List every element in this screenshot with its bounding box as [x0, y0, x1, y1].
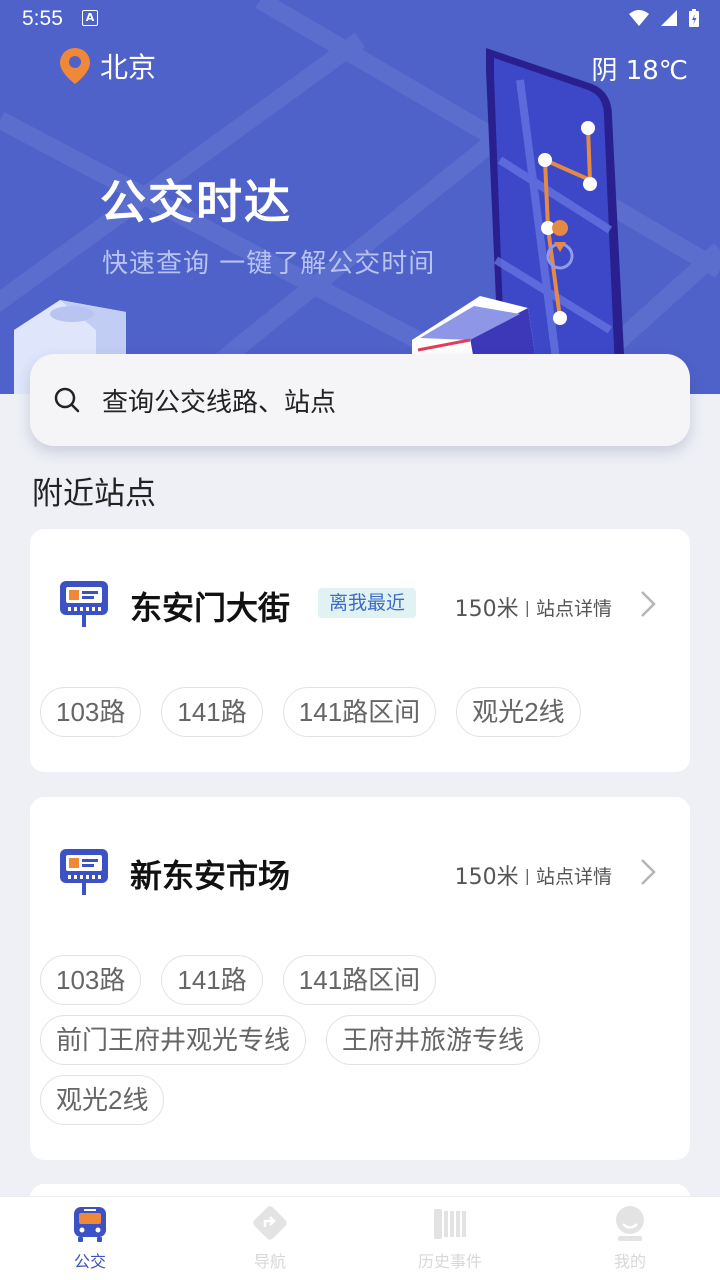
station-distance: 150米 [454, 597, 519, 622]
route-list: 103路 141路 141路区间 观光2线 [40, 687, 670, 737]
navigation-icon [253, 1206, 287, 1240]
tab-profile[interactable]: 我的 [540, 1197, 720, 1280]
bus-stop-icon [60, 849, 108, 895]
route-chip[interactable]: 141路区间 [282, 955, 437, 1005]
tab-bus[interactable]: 公交 [0, 1197, 180, 1280]
route-chip[interactable]: 观光2线 [40, 1075, 165, 1125]
separator: | [524, 865, 530, 885]
city-name: 北京 [100, 51, 157, 84]
chevron-right-icon[interactable] [638, 857, 658, 887]
station-card[interactable]: 东安门大街 离我最近 150米 | 站点详情 103路 141路 141路区间 … [30, 529, 690, 772]
route-chip[interactable]: 王府井旅游专线 [326, 1015, 541, 1065]
status-bar: 5:55 A [0, 0, 720, 38]
station-distance-row[interactable]: 150米 | 站点详情 [455, 859, 612, 891]
station-name: 新东安市场 [130, 857, 291, 895]
status-time: 5:55 [22, 7, 63, 30]
search-placeholder: 查询公交线路、站点 [102, 387, 337, 418]
nearest-badge: 离我最近 [318, 588, 417, 618]
battery-icon [689, 9, 699, 27]
route-chip[interactable]: 141路 [161, 687, 263, 737]
location-pin-icon [60, 48, 90, 84]
weather-info: 阴 18℃ [591, 56, 688, 86]
signal-icon [661, 10, 677, 26]
tab-label: 我的 [613, 1252, 646, 1271]
hero-banner: 5:55 A 北京 阴 18℃ 公交时达 快速查询 一键了解公交时间 [0, 0, 720, 394]
route-chip[interactable]: 141路区间 [282, 687, 437, 737]
route-chip[interactable]: 103路 [40, 687, 142, 737]
station-card[interactable]: 新东安市场 150米 | 站点详情 103路 141路 141路区间 前门王府井… [30, 797, 690, 1160]
bus-icon [74, 1207, 106, 1242]
app-title: 公交时达 [100, 175, 292, 229]
separator: | [524, 597, 530, 617]
route-chip[interactable]: 103路 [40, 955, 142, 1005]
station-detail-link[interactable]: 站点详情 [536, 594, 612, 621]
tab-history[interactable]: 历史事件 [360, 1197, 540, 1280]
bus-stop-icon [60, 581, 108, 627]
tab-label: 导航 [253, 1252, 286, 1271]
route-chip[interactable]: 前门王府井观光专线 [40, 1015, 307, 1065]
profile-icon [616, 1206, 644, 1241]
tab-navigation[interactable]: 导航 [180, 1197, 360, 1280]
wifi-icon [629, 10, 649, 26]
notification-app-icon: A [82, 10, 98, 26]
station-name: 东安门大街 [130, 589, 291, 627]
tab-label: 公交 [73, 1252, 106, 1271]
station-distance: 150米 [454, 865, 519, 890]
route-chip[interactable]: 观光2线 [456, 687, 581, 737]
search-bar[interactable]: 查询公交线路、站点 [30, 354, 690, 446]
app-subtitle: 快速查询 一键了解公交时间 [102, 249, 436, 279]
station-distance-row[interactable]: 150米 | 站点详情 [455, 591, 612, 623]
nearby-stations-title: 附近站点 [32, 476, 156, 512]
chevron-right-icon[interactable] [638, 589, 658, 619]
route-list: 103路 141路 141路区间 前门王府井观光专线 王府井旅游专线 观光2线 [40, 955, 670, 1125]
bottom-tab-bar: 公交 导航 历史事件 我的 [0, 1196, 720, 1280]
status-icons [628, 7, 700, 29]
route-chip[interactable]: 141路 [161, 955, 263, 1005]
tab-label: 历史事件 [417, 1252, 482, 1271]
search-icon [54, 387, 80, 413]
city-selector[interactable]: 北京 [58, 46, 156, 86]
station-detail-link[interactable]: 站点详情 [536, 862, 612, 889]
history-icon [434, 1209, 466, 1239]
